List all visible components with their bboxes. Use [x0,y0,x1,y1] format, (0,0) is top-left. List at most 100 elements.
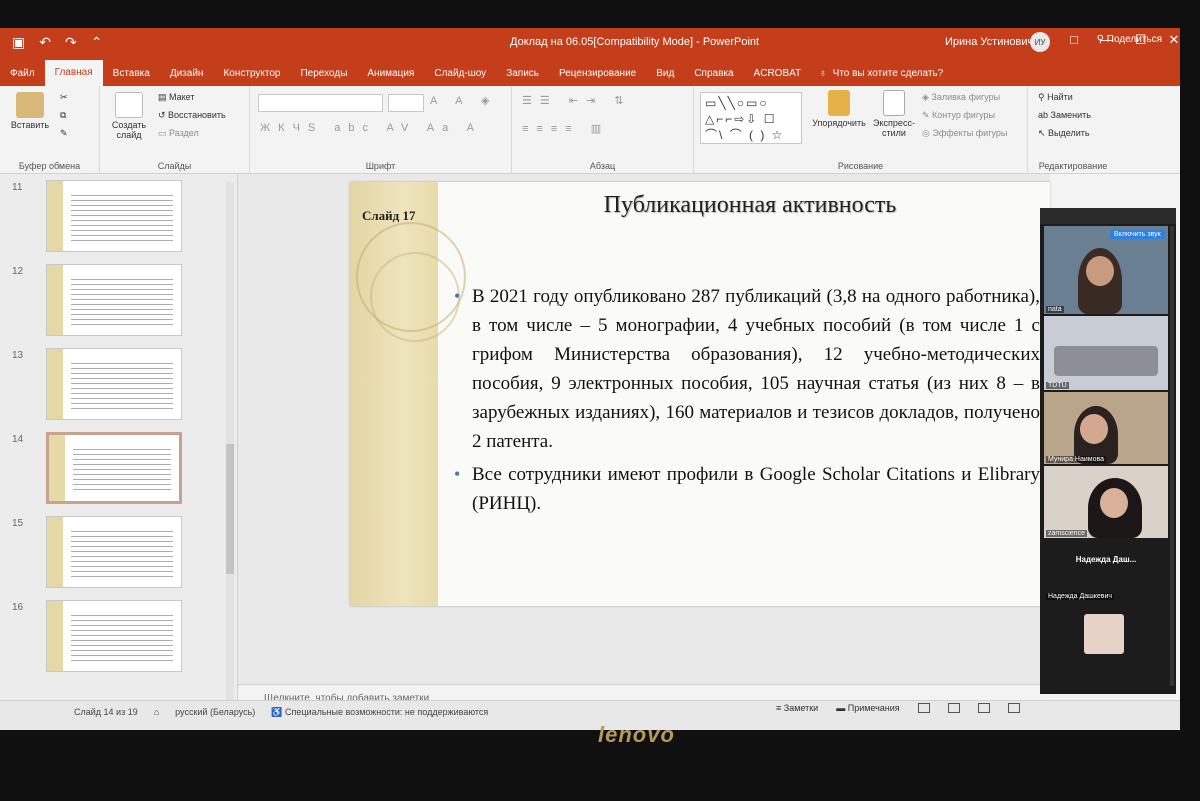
paste-button[interactable]: Вставить [8,92,52,130]
align-buttons[interactable]: ≡≡≡≡ ▥ [522,122,609,135]
participant-tile[interactable]: zamscience [1044,466,1168,538]
tab-constructor[interactable]: Конструктор [213,68,290,79]
slide-title[interactable]: Публикационная активность [470,192,1030,219]
shape-fill-button[interactable]: ◈ Заливка фигуры [922,92,1000,103]
thumbnail-image[interactable] [46,348,182,420]
slide-sorter-icon[interactable] [947,703,960,713]
thumbnail-item[interactable]: 12 [0,262,238,340]
font-name-input[interactable] [258,94,383,112]
font-size-input[interactable] [388,94,424,112]
thumbnail-number: 14 [12,434,24,445]
slide-body[interactable]: В 2021 году опубликовано 287 публикаций … [450,282,1040,522]
close-icon[interactable]: ✕ [1169,32,1180,48]
thumbnail-image[interactable] [46,264,182,336]
section-button[interactable]: ▭ Раздел [158,128,199,139]
participant-tile[interactable]: Мунира Наимова [1044,392,1168,464]
ribbon: Вставить ✂ ⧉ ✎ Буфер обмена Создать слай… [0,86,1180,174]
copy-icon[interactable]: ⧉ [60,110,66,121]
arrange-icon [828,90,850,116]
participant-tile[interactable] [1044,610,1168,658]
share-button[interactable]: ⚲ Поделиться [1097,34,1162,45]
participant-tile[interactable]: Включить звук nata [1044,226,1168,314]
new-slide-icon [115,92,143,118]
thumbnail-item[interactable]: 13 [0,346,238,424]
thumbnail-image[interactable] [46,432,182,504]
participant-face [1080,414,1108,444]
arrange-button[interactable]: Упорядочить [808,90,870,128]
thumbnail-item[interactable]: 11 [0,178,238,256]
thumbnail-number: 15 [12,518,24,529]
tell-me-search[interactable]: ♁ Что вы хотите сделать? [819,68,943,79]
language-indicator[interactable]: русский (Беларусь) [175,707,255,718]
start-slideshow-icon[interactable]: ⌃ [91,34,103,51]
quick-styles-button[interactable]: Экспресс-стили [870,90,918,138]
list-buttons[interactable]: ☰☰ ⇤⇥ ⇅ [522,94,632,107]
font-size-buttons[interactable]: A A ◈ [430,94,497,107]
thumbnail-item[interactable]: 15 [0,514,238,592]
notes-toggle-button[interactable]: ≡ Заметки [776,703,818,713]
new-slide-button[interactable]: Создать слайд [106,92,152,140]
section-label: Раздел [169,128,199,138]
participant-tile[interactable]: Надежда Дашкевич [1044,580,1168,608]
tab-review[interactable]: Рецензирование [549,68,646,79]
select-button[interactable]: ↖ Выделить [1038,128,1090,139]
reset-button[interactable]: ↺ Восстановить [158,110,226,121]
unmute-button[interactable]: Включить звук [1110,230,1165,239]
tab-help[interactable]: Справка [684,68,743,79]
thumbnail-number: 12 [12,266,24,277]
slideshow-view-icon[interactable] [1007,703,1020,713]
tab-home[interactable]: Главная [44,60,103,86]
participant-tile[interactable]: TDTU [1044,316,1168,390]
accessibility-status[interactable]: ♿ Специальные возможности: не поддержива… [271,707,488,718]
shapes-gallery[interactable]: ▭╲╲○▭○ △⌐⌐⇨⇩ ☐ ⌒\ ⌒ ( ) ☆ [700,92,802,144]
font-format-buttons[interactable]: ЖКЧS abc AV Aa A [260,122,482,134]
tab-animations[interactable]: Анимация [357,68,424,79]
font-group-label: Шрифт [365,161,396,171]
status-bar: Слайд 14 из 19 ⌂ русский (Беларусь) ♿ Сп… [0,700,1180,730]
comments-button[interactable]: ▬ Примечания [836,703,899,713]
thumbnail-item-selected[interactable]: 14 [0,430,238,508]
redo-icon[interactable]: ↷ [65,34,77,51]
drawing-group-label: Рисование [837,161,884,171]
shape-outline-button[interactable]: ✎ Контур фигуры [922,110,995,121]
undo-icon[interactable]: ↶ [39,34,51,51]
format-painter-icon[interactable]: ✎ [60,128,68,139]
replace-button[interactable]: ab Заменить [1038,110,1091,120]
shapes-gallery-label: △⌐⌐⇨⇩ ☐ ⌒\ ⌒ ( ) ☆ [705,112,785,142]
reading-view-icon[interactable] [977,703,990,713]
clipboard-group-label: Буфер обмена [18,161,81,171]
drawing-group: ▭╲╲○▭○ △⌐⌐⇨⇩ ☐ ⌒\ ⌒ ( ) ☆ Упорядочить Эк… [694,86,1028,174]
save-icon[interactable]: ▣ [12,34,25,51]
thumbnail-item[interactable]: 16 [0,598,238,676]
ribbon-display-icon[interactable]: □ [1070,32,1078,48]
title-bar: ▣ ↶ ↷ ⌃ Доклад на 06.05[Compatibility Mo… [0,28,1180,86]
thumbnail-image[interactable] [46,600,182,672]
thumbnail-scrollbar[interactable] [226,182,234,702]
find-button[interactable]: ⚲ Найти [1038,92,1073,103]
person-icon: ⚲ [1096,34,1107,45]
layout-button[interactable]: ▤ Макет [158,92,195,103]
tab-design[interactable]: Дизайн [160,68,214,79]
thumbnail-image[interactable] [46,516,182,588]
avatar[interactable]: ИУ [1030,32,1050,52]
accessibility-icon: ♿ [271,707,286,717]
current-slide[interactable]: Слайд 17 Публикационная активность В 202… [350,182,1050,606]
normal-view-icon[interactable] [917,703,930,713]
tab-file[interactable]: Файл [0,68,45,79]
spellcheck-icon[interactable]: ⌂ [154,707,159,718]
slide-canvas: Слайд 17 Публикационная активность В 202… [238,174,1050,684]
tab-acrobat[interactable]: ACROBAT [744,68,812,79]
tab-record[interactable]: Запись [496,68,549,79]
tab-insert[interactable]: Вставка [103,68,160,79]
shape-effects-button[interactable]: ◎ Эффекты фигуры [922,128,1007,139]
video-panel-scrollbar[interactable] [1170,226,1174,686]
thumbnail-scrollbar-thumb[interactable] [226,444,234,574]
tab-transitions[interactable]: Переходы [290,68,357,79]
tab-slideshow[interactable]: Слайд-шоу [424,68,496,79]
thumbnail-image[interactable] [46,180,182,252]
cut-icon[interactable]: ✂ [60,92,68,103]
tab-view[interactable]: Вид [646,68,684,79]
user-name[interactable]: Ирина Устинович [945,36,1033,48]
paint-bucket-icon: ◈ [922,92,932,102]
participant-name-tile[interactable]: Надежда Даш... [1044,542,1168,578]
